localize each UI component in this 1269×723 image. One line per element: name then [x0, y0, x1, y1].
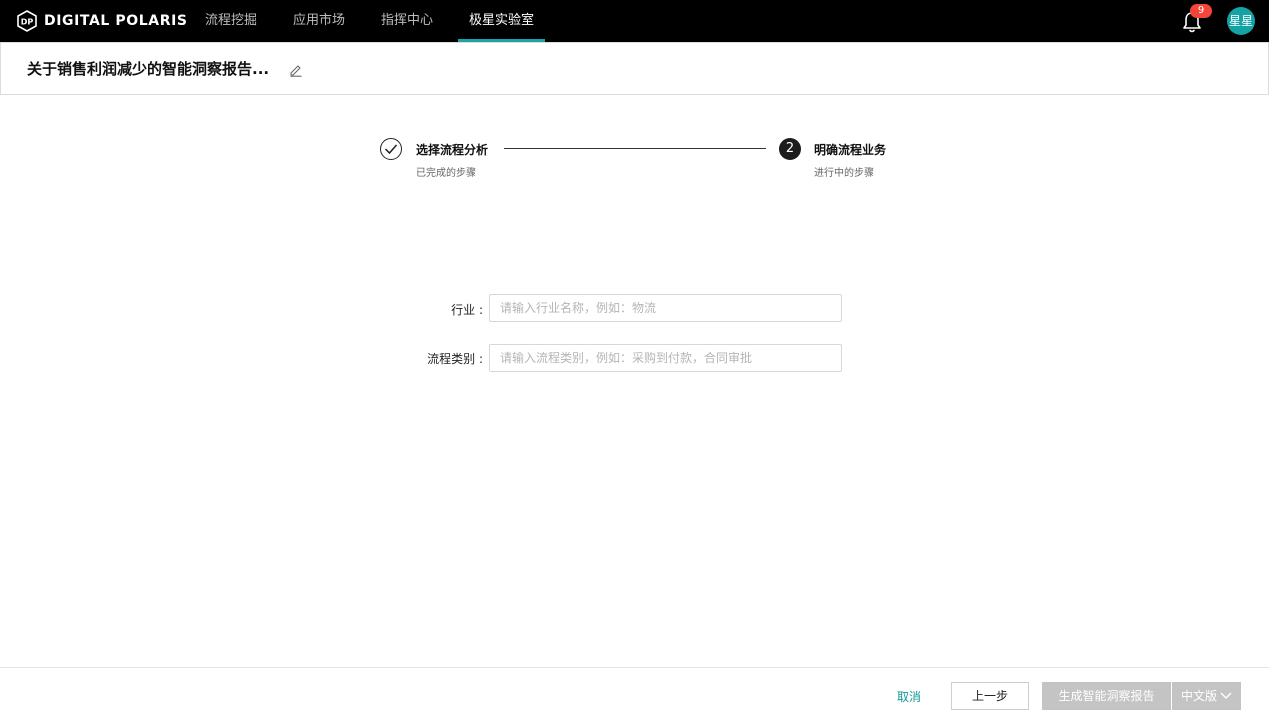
nav-item-app-market[interactable]: 应用市场: [278, 0, 360, 42]
app-logo[interactable]: DP DIGITAL POLARIS: [16, 9, 188, 33]
notification-badge: 9: [1190, 4, 1212, 18]
top-navigation-bar: DP DIGITAL POLARIS 流程挖掘 应用市场 指挥中心 极星实验室 …: [0, 0, 1269, 42]
user-avatar[interactable]: 星星: [1227, 7, 1255, 35]
report-title-bar: 关于销售利润减少的智能洞察报告...: [0, 42, 1269, 95]
step-2-title: 明确流程业务: [814, 143, 887, 157]
process-type-label: 流程类别 :: [427, 352, 483, 366]
step-1-done-indicator: [380, 138, 402, 160]
generate-report-button[interactable]: 生成智能洞察报告: [1042, 682, 1171, 710]
nav-item-polaris-lab[interactable]: 极星实验室: [458, 0, 545, 42]
step-connector-line: [504, 148, 766, 149]
cancel-button[interactable]: 取消: [897, 688, 921, 705]
process-type-input[interactable]: [489, 344, 842, 372]
chevron-down-icon: [1220, 692, 1232, 699]
language-select-label: 中文版: [1181, 689, 1218, 703]
checkmark-icon: [384, 144, 398, 155]
language-select[interactable]: 中文版: [1172, 682, 1241, 710]
step-2-subtitle: 进行中的步骤: [814, 168, 874, 179]
nav-item-process-mining[interactable]: 流程挖掘: [190, 0, 272, 42]
page-title: 关于销售利润减少的智能洞察报告...: [27, 60, 270, 78]
step-1-subtitle: 已完成的步骤: [416, 168, 476, 179]
step-1-title: 选择流程分析: [416, 143, 489, 157]
industry-label: 行业 :: [451, 303, 483, 317]
edit-pencil-icon[interactable]: [289, 62, 303, 77]
previous-step-button[interactable]: 上一步: [951, 682, 1029, 710]
polaris-logo-icon: DP: [16, 10, 38, 32]
nav-item-command-center[interactable]: 指挥中心: [366, 0, 448, 42]
app-logo-text: DIGITAL POLARIS: [44, 13, 188, 29]
step-2-active-indicator: 2: [779, 138, 801, 160]
svg-text:DP: DP: [21, 18, 34, 27]
footer-action-bar: 取消 上一步 生成智能洞察报告 中文版: [0, 667, 1269, 723]
industry-input[interactable]: [489, 294, 842, 322]
